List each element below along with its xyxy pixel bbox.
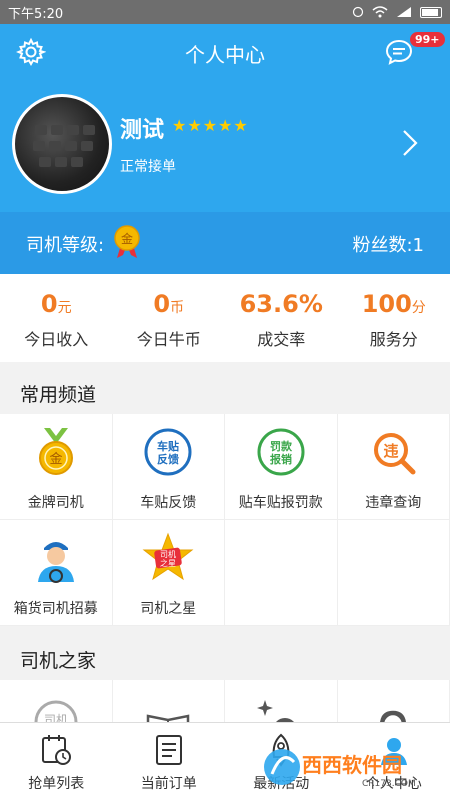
stat-deal-rate[interactable]: 63.6% 成交率: [225, 274, 338, 362]
activity-icon: [256, 700, 294, 722]
icon-text: 之星: [160, 558, 176, 568]
violation-query-icon: 违: [374, 433, 416, 475]
home-activity[interactable]: [225, 680, 338, 722]
stat-value: 0: [153, 290, 171, 318]
signal-icon: [397, 7, 411, 17]
top-bar: 个人中心 99+: [0, 24, 450, 82]
icon-text: 违: [384, 442, 399, 460]
watermark-sub: CR173.COM: [362, 779, 416, 789]
fine-report-icon: 罚款 报销: [257, 428, 305, 476]
medal-text: 金: [121, 231, 133, 246]
battery-icon: [420, 6, 442, 18]
tab-current-order[interactable]: 当前订单: [113, 723, 226, 800]
gear-icon[interactable]: [16, 37, 46, 67]
section-title-home: 司机之家: [0, 632, 450, 680]
driver-badge-icon: 司机: [34, 700, 78, 722]
stat-unit: 分: [411, 300, 426, 316]
home-book[interactable]: [113, 680, 225, 722]
book-icon: [147, 714, 190, 722]
icon-text: 车贴: [157, 439, 179, 453]
avatar[interactable]: [12, 94, 112, 194]
watermark-logo: 西西软件园 CR173.COM: [264, 749, 416, 789]
fans-count: 粉丝数:1: [352, 235, 424, 256]
stat-value: 0: [40, 290, 58, 318]
home-grid: 司机: [0, 680, 450, 722]
channel-label: 违章查询: [365, 495, 422, 511]
order-list-icon: [42, 735, 72, 765]
status-time: 下午5:20: [8, 6, 64, 22]
icon-text: 罚款: [270, 439, 293, 453]
stat-service-score[interactable]: 100分 服务分: [338, 274, 450, 362]
channel-driver-recruit[interactable]: 箱货司机招募: [0, 520, 113, 626]
header: 个人中心 99+ 测试 ★★★★★ 正常接单: [0, 24, 450, 212]
stat-label: 成交率: [257, 330, 306, 349]
message-badge: 99+: [410, 32, 445, 47]
channel-fine-report[interactable]: 罚款 报销 贴车贴报罚款: [225, 414, 338, 520]
gold-medal-icon: 金: [38, 428, 73, 475]
watermark-text: 西西软件园: [302, 753, 402, 777]
support-icon: [380, 710, 407, 722]
stat-label: 今日牛币: [136, 330, 201, 349]
stat-label: 服务分: [369, 330, 418, 349]
channel-label: 贴车贴报罚款: [238, 495, 323, 511]
page-title: 个人中心: [185, 42, 265, 67]
level-bar: 司机等级: 金 粉丝数:1: [0, 212, 450, 274]
icon-text: 司机: [44, 713, 68, 722]
stat-coins[interactable]: 0币 今日牛币: [113, 274, 226, 362]
channel-label: 车贴反馈: [140, 495, 197, 511]
channel-empty: [337, 520, 450, 626]
status-bar: 下午5:20: [0, 0, 450, 24]
profile-card[interactable]: 测试 ★★★★★ 正常接单: [12, 94, 442, 194]
driver-star-icon: 司机 之星: [142, 532, 194, 581]
gold-medal-icon: 金: [114, 225, 140, 258]
channel-label: 司机之星: [140, 601, 197, 617]
status-icons: [352, 6, 442, 18]
sticker-feedback-icon: 车贴 反馈: [144, 428, 192, 476]
section-title-common: 常用频道: [0, 366, 450, 414]
home-driver-badge[interactable]: 司机: [0, 680, 113, 722]
current-order-icon: [155, 735, 182, 765]
work-status: 正常接单: [120, 159, 176, 175]
stat-unit: 币: [170, 300, 185, 316]
driver-level-label: 司机等级:: [26, 235, 105, 256]
icon-text: 司机: [160, 549, 176, 559]
channel-driver-star[interactable]: 司机 之星 司机之星: [112, 520, 225, 626]
channel-gold-driver[interactable]: 金 金牌司机: [0, 414, 113, 520]
channel-grid: 金 金牌司机 车贴 反馈 车贴反馈 罚款 报销 贴车贴报罚款 违 违章查询 箱货…: [0, 414, 450, 626]
driver-recruit-icon: [37, 542, 74, 583]
channel-empty: [225, 520, 338, 626]
chevron-right-icon[interactable]: [400, 128, 420, 158]
stat-unit: 元: [57, 300, 72, 316]
channel-label: 金牌司机: [27, 495, 84, 511]
channel-violation-query[interactable]: 违 违章查询: [337, 414, 450, 520]
icon-text: 反馈: [157, 452, 179, 466]
stat-value: 100: [361, 290, 412, 318]
channel-label: 箱货司机招募: [13, 601, 98, 617]
icon-text: 金: [49, 451, 62, 467]
alarm-icon: [352, 6, 364, 18]
tab-label: 当前订单: [140, 776, 197, 792]
rating-stars: ★★★★★: [172, 116, 249, 135]
tab-label: 抢单列表: [28, 776, 85, 792]
stat-label: 今日收入: [24, 330, 89, 349]
stats-row: 0元 今日收入 0币 今日牛币 63.6% 成交率 100分 服务分: [0, 274, 450, 362]
stat-value: 63.6%: [239, 290, 323, 318]
tab-order-list[interactable]: 抢单列表: [0, 723, 113, 800]
user-name: 测试: [120, 118, 165, 143]
home-support[interactable]: [338, 680, 450, 722]
icon-text: 报销: [270, 452, 292, 466]
stat-income[interactable]: 0元 今日收入: [0, 274, 113, 362]
channel-sticker-feedback[interactable]: 车贴 反馈 车贴反馈: [112, 414, 225, 520]
wifi-icon: [372, 6, 388, 18]
